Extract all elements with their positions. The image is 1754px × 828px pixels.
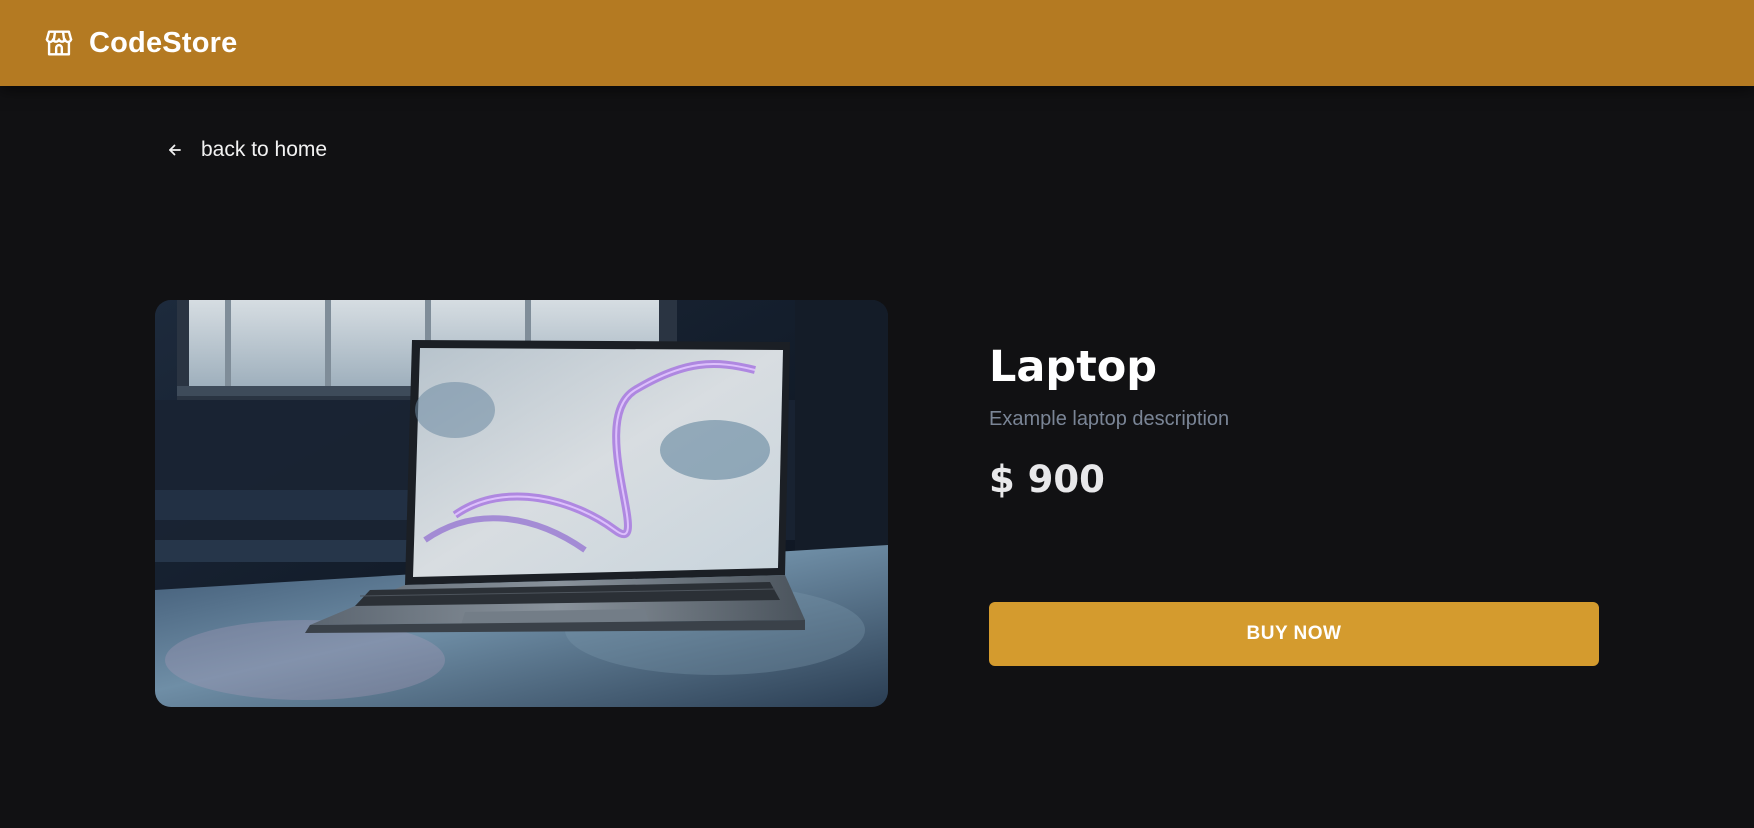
back-to-home-link[interactable]: back to home <box>166 138 327 162</box>
product-description: Example laptop description <box>989 408 1230 430</box>
arrow-left-icon <box>166 141 184 159</box>
brand-name: CodeStore <box>89 26 238 59</box>
product-title: Laptop <box>989 342 1158 392</box>
storefront-icon <box>42 26 76 60</box>
product-details: Laptop Example laptop description $ 900 <box>989 340 1599 501</box>
brand-link[interactable]: CodeStore <box>42 26 237 60</box>
product-image <box>155 300 888 707</box>
site-header: CodeStore <box>0 0 1754 86</box>
buy-now-button[interactable]: BUY NOW <box>989 602 1599 666</box>
product-price: $ 900 <box>989 458 1105 501</box>
back-link-label: back to home <box>201 138 328 161</box>
